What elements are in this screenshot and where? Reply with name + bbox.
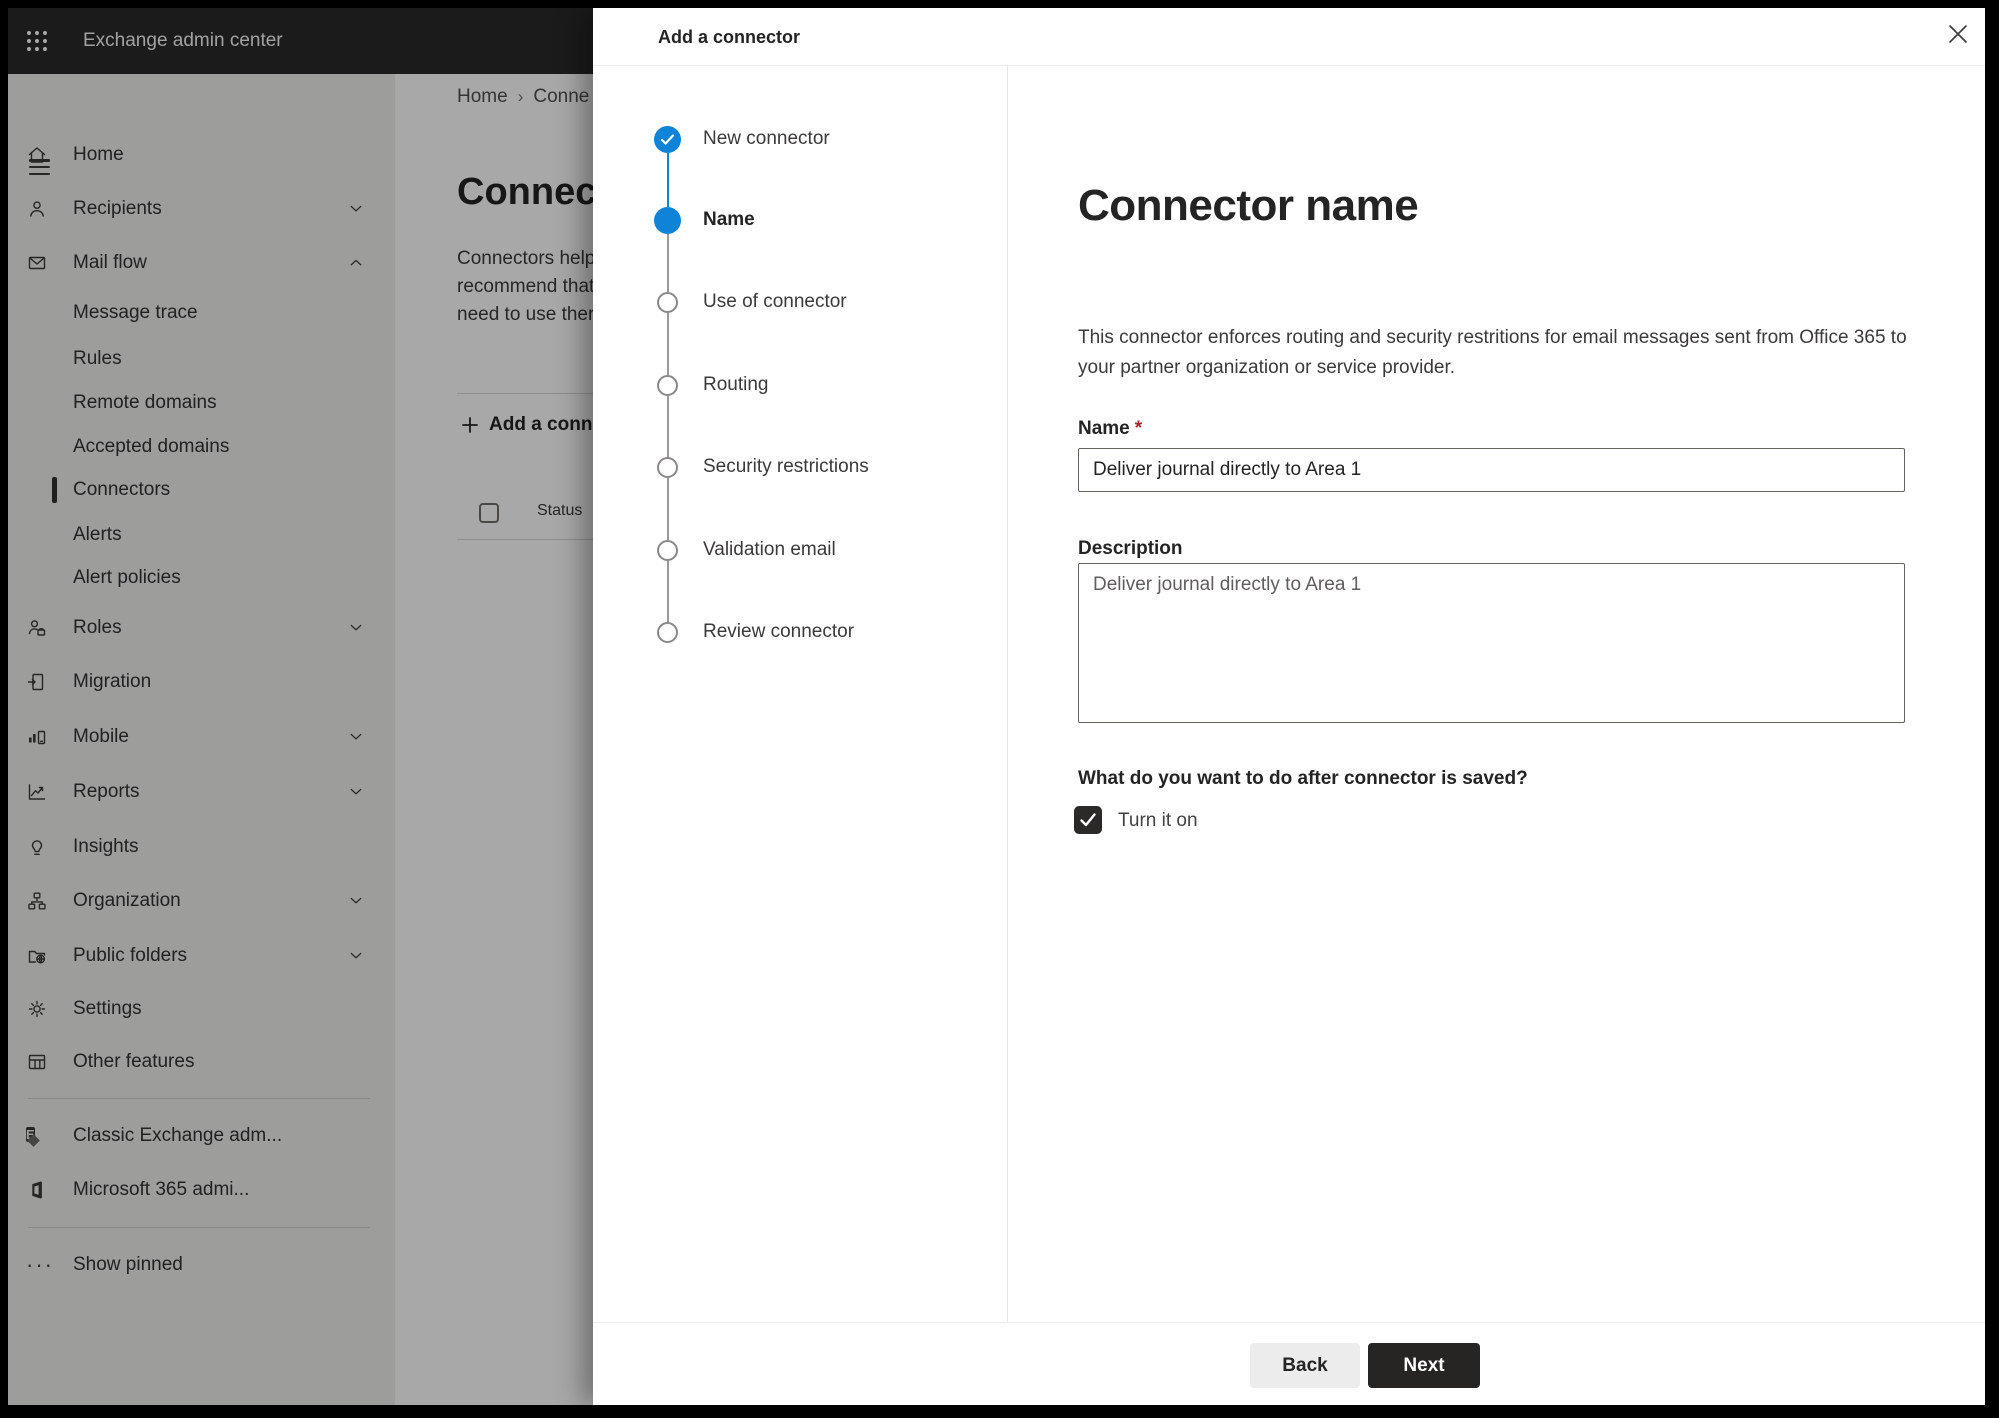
close-icon[interactable] bbox=[1945, 21, 1971, 47]
wizard-step-name[interactable]: Name bbox=[593, 200, 1007, 240]
wizard-step-use-of-connector[interactable]: Use of connector bbox=[593, 282, 1007, 322]
name-field-label: Name * bbox=[1078, 418, 1143, 439]
description-textarea[interactable]: Deliver journal directly to Area 1 bbox=[1078, 563, 1905, 723]
add-connector-dialog: Add a connector New connector Name Use o… bbox=[593, 8, 1985, 1405]
step-upcoming-circle bbox=[657, 291, 678, 313]
connector-description-text: This connector enforces routing and secu… bbox=[1078, 327, 1907, 378]
step-upcoming-circle bbox=[657, 621, 678, 643]
turn-it-on-checkbox[interactable] bbox=[1074, 806, 1102, 834]
dialog-header: Add a connector bbox=[593, 8, 1985, 66]
next-button[interactable]: Next bbox=[1368, 1343, 1480, 1388]
wizard-step-review-connector[interactable]: Review connector bbox=[593, 612, 1007, 652]
connector-name-heading: Connector name bbox=[1078, 181, 1419, 230]
after-save-question: What do you want to do after connector i… bbox=[1078, 768, 1528, 789]
step-upcoming-circle bbox=[657, 374, 678, 396]
wizard-step-new-connector[interactable]: New connector bbox=[593, 119, 1007, 159]
dialog-title: Add a connector bbox=[658, 27, 801, 47]
step-upcoming-circle bbox=[657, 539, 678, 561]
footer-divider bbox=[593, 1322, 1985, 1323]
screen: Exchange admin center Home Recipients Ma… bbox=[8, 8, 1985, 1405]
required-asterisk: * bbox=[1134, 418, 1143, 439]
description-field-label: Description bbox=[1078, 538, 1183, 559]
step-completed-check-icon bbox=[654, 125, 681, 153]
wizard-step-routing[interactable]: Routing bbox=[593, 365, 1007, 405]
step-current-dot bbox=[654, 206, 681, 234]
wizard-step-security-restrictions[interactable]: Security restrictions bbox=[593, 447, 1007, 487]
name-input[interactable] bbox=[1078, 448, 1905, 492]
turn-it-on-label: Turn it on bbox=[1118, 810, 1198, 831]
checkmark-icon bbox=[1080, 813, 1096, 827]
steps-content-divider bbox=[1007, 66, 1008, 1322]
back-button[interactable]: Back bbox=[1250, 1343, 1360, 1388]
step-upcoming-circle bbox=[657, 456, 678, 478]
step-connector-line bbox=[667, 153, 670, 207]
wizard-step-validation-email[interactable]: Validation email bbox=[593, 530, 1007, 570]
